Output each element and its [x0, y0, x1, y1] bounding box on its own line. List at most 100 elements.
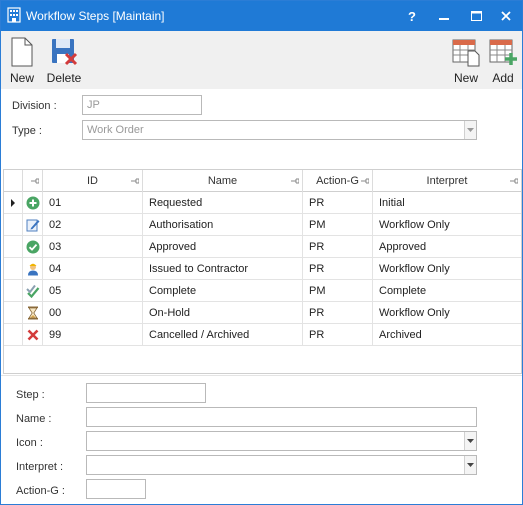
grid-new-button[interactable]: New	[449, 37, 483, 85]
help-button[interactable]: ?	[396, 1, 428, 31]
check-circle-icon	[26, 240, 39, 254]
division-value: JP	[87, 99, 100, 111]
grid-add-button[interactable]: Add	[487, 37, 519, 85]
maximize-icon	[470, 11, 482, 21]
action-g-label: Action-G :	[16, 485, 65, 497]
table-row[interactable]: 00 On-Hold PR Workflow Only	[4, 302, 521, 324]
table-row[interactable]: 99 Cancelled / Archived PR Archived	[4, 324, 521, 346]
row-indicator	[4, 192, 23, 214]
row-icon-cell	[23, 192, 43, 214]
add-circle-icon	[26, 196, 39, 210]
pin-icon	[510, 178, 518, 184]
interpret-dropdown-button[interactable]	[464, 456, 476, 474]
header-icon-cell[interactable]	[23, 170, 43, 192]
grid-new-label: New	[453, 71, 478, 85]
type-select[interactable]: Work Order	[82, 120, 477, 140]
icon-select[interactable]	[86, 431, 477, 451]
icon-label: Icon :	[16, 437, 43, 449]
cell-interpret: Initial	[379, 197, 405, 209]
minimize-icon	[439, 18, 449, 20]
new-button[interactable]: New	[7, 37, 37, 85]
close-button[interactable]	[490, 1, 522, 31]
cell-action-g: PR	[303, 302, 373, 324]
edit-icon	[26, 219, 39, 232]
interpret-label: Interpret :	[16, 461, 64, 473]
red-x-icon	[27, 329, 38, 341]
new-document-icon	[11, 37, 33, 67]
grid-new-icon	[452, 39, 480, 67]
row-icon-cell	[23, 214, 43, 236]
column-header-action-g[interactable]: Action-G	[303, 170, 373, 192]
cell-interpret: Archived	[379, 329, 422, 341]
cell-action-g: PM	[303, 214, 373, 236]
cell-id: 03	[43, 236, 143, 258]
cell-action-g: PR	[303, 236, 373, 258]
chevron-down-icon	[467, 439, 474, 443]
column-header-name[interactable]: Name	[143, 170, 303, 192]
cell-name: Authorisation	[143, 214, 303, 236]
division-label: Division :	[12, 100, 57, 112]
cell-interpret: Complete	[379, 285, 427, 297]
row-icon-cell	[23, 258, 43, 280]
cell-action-g: PR	[303, 324, 373, 346]
chevron-down-icon	[467, 463, 474, 467]
delete-icon	[52, 39, 78, 66]
hourglass-icon	[27, 306, 38, 320]
division-field[interactable]: JP	[82, 95, 202, 115]
close-icon	[501, 11, 511, 21]
chevron-down-icon	[467, 128, 474, 132]
cell-action-g: PR	[303, 192, 373, 214]
header-indicator-cell	[4, 170, 23, 192]
column-header-id[interactable]: ID	[43, 170, 143, 192]
delete-button-label: Delete	[46, 71, 82, 85]
name-input[interactable]	[86, 407, 477, 427]
building-icon	[7, 7, 21, 23]
cell-name: On-Hold	[143, 302, 303, 324]
type-label: Type :	[12, 125, 42, 137]
help-icon: ?	[408, 8, 416, 24]
table-row[interactable]: 03 Approved PR Approved	[4, 236, 521, 258]
window-title: Workflow Steps [Maintain]	[26, 9, 165, 23]
cell-name: Requested	[143, 192, 303, 214]
pin-icon	[291, 178, 299, 184]
cell-name: Complete	[143, 280, 303, 302]
icon-dropdown-button[interactable]	[464, 432, 476, 450]
cell-interpret: Workflow Only	[379, 219, 450, 231]
workflow-steps-window: Workflow Steps [Maintain] ? New Delete N…	[0, 0, 523, 505]
step-input[interactable]	[86, 383, 206, 403]
column-header-action-g-label: Action-G	[316, 175, 359, 187]
row-indicator	[4, 280, 23, 302]
grid-add-label: Add	[492, 71, 514, 85]
column-header-interpret-label: Interpret	[426, 175, 468, 187]
action-g-input[interactable]	[86, 479, 146, 499]
column-header-interpret[interactable]: Interpret	[373, 170, 521, 192]
cell-id: 02	[43, 214, 143, 236]
interpret-select[interactable]	[86, 455, 477, 475]
cell-action-g: PR	[303, 258, 373, 280]
delete-button[interactable]: Delete	[45, 37, 83, 85]
row-indicator	[4, 324, 23, 346]
pin-icon	[131, 178, 139, 184]
maximize-button[interactable]	[460, 1, 492, 31]
cell-interpret: Approved	[379, 241, 427, 253]
pin-icon	[361, 178, 369, 184]
table-row[interactable]: 05 Complete PM Complete	[4, 280, 521, 302]
table-row[interactable]: 01 Requested PR Initial	[4, 192, 521, 214]
row-icon-cell	[23, 324, 43, 346]
type-value: Work Order	[87, 124, 144, 136]
type-dropdown-button[interactable]	[464, 121, 476, 139]
contractor-icon	[27, 263, 38, 276]
minimize-button[interactable]	[428, 1, 460, 31]
new-button-label: New	[9, 71, 34, 85]
title-bar[interactable]: Workflow Steps [Maintain] ?	[1, 1, 522, 31]
toolbar: New Delete New Add	[1, 31, 522, 89]
grid-add-icon	[489, 39, 517, 65]
cell-interpret: Workflow Only	[379, 263, 450, 275]
row-indicator	[4, 258, 23, 280]
table-row[interactable]: 04 Issued to Contractor PR Workflow Only	[4, 258, 521, 280]
workflow-steps-grid[interactable]: ID Name Action-G Interpret 01 Requested …	[3, 169, 522, 374]
pin-icon	[31, 178, 39, 184]
cell-interpret: Workflow Only	[379, 307, 450, 319]
table-row[interactable]: 02 Authorisation PM Workflow Only	[4, 214, 521, 236]
double-check-icon	[25, 284, 39, 298]
